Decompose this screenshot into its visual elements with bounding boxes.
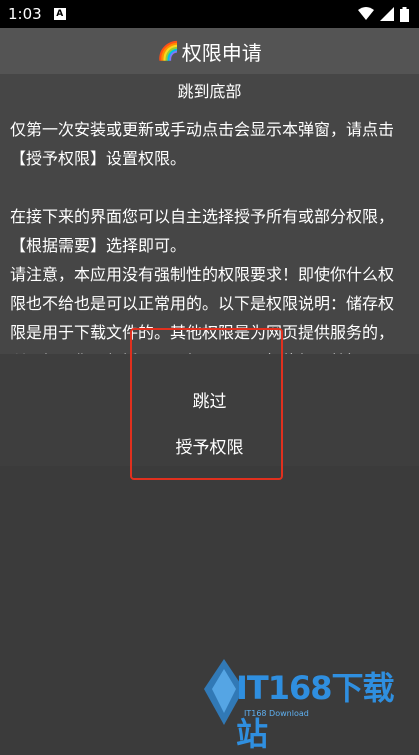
dialog-actions: 跳过 授予权限 [0,354,419,466]
skip-button[interactable]: 跳过 [0,382,419,422]
permission-description: 仅第一次安装或更新或手动点击会显示本弹窗，请点击 【授予权限】设置权限。 在接下… [10,120,395,371]
status-bar: 1:03 A [0,0,419,28]
watermark-subtext: IT168 Download [244,709,309,718]
rainbow-icon: 🌈 [157,40,180,62]
dialog-content: 跳到底部 仅第一次安装或更新或手动点击会显示本弹窗，请点击 【授予权限】设置权限… [0,74,419,371]
jump-to-bottom-link[interactable]: 跳到底部 [0,74,419,113]
wifi-icon [358,7,374,20]
notification-app-icon: A [53,8,66,20]
permission-dialog: 🌈 权限申请 跳到底部 仅第一次安装或更新或手动点击会显示本弹窗，请点击 【授予… [0,28,419,466]
dialog-header: 🌈 权限申请 [0,28,419,74]
watermark-logo: IT168下载站 IT168 Download [204,655,414,753]
dialog-title: 权限申请 [181,40,262,65]
grant-permission-button[interactable]: 授予权限 [0,428,419,468]
status-time: 1:03 [8,5,42,23]
battery-icon [400,6,409,22]
signal-icon [380,7,394,21]
